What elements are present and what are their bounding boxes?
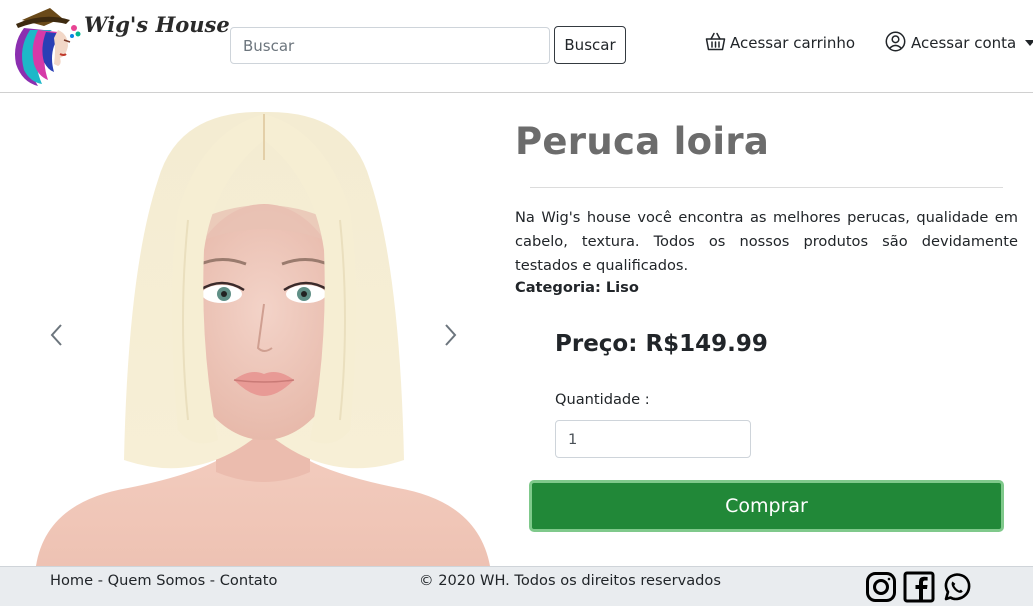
product-category: Categoria: Liso	[515, 279, 639, 296]
basket-icon	[705, 32, 726, 55]
logo-woman-silhouette-icon	[15, 8, 81, 86]
carousel-prev-button[interactable]	[42, 318, 70, 352]
footer-separator: -	[205, 572, 220, 589]
chevron-right-icon	[445, 324, 457, 346]
buy-button[interactable]: Comprar	[529, 480, 1004, 532]
carousel-next-button[interactable]	[437, 318, 465, 352]
product-image-carousel	[28, 100, 496, 566]
chevron-left-icon	[50, 324, 62, 346]
search-button[interactable]: Buscar	[554, 26, 626, 64]
account-dropdown[interactable]: Acessar conta	[885, 31, 1033, 56]
search-input[interactable]	[230, 27, 550, 64]
cart-label: Acessar carrinho	[730, 34, 856, 52]
site-footer: Home - Quem Somos - Contato © 2020 WH. T…	[0, 566, 1033, 606]
footer-link-about[interactable]: Quem Somos	[108, 572, 206, 589]
footer-nav: Home - Quem Somos - Contato	[50, 572, 277, 589]
facebook-icon[interactable]	[903, 571, 935, 603]
logo[interactable]: Wig's House	[8, 4, 230, 88]
instagram-icon[interactable]	[865, 571, 897, 603]
product-wig-photo	[28, 100, 496, 566]
product-title: Peruca loira	[515, 120, 770, 163]
quantity-input[interactable]	[555, 420, 751, 458]
logo-text: Wig's House	[84, 12, 230, 37]
quantity-label: Quantidade :	[555, 391, 650, 408]
account-label: Acessar conta	[911, 34, 1017, 52]
product-price: Preço: R$149.99	[555, 331, 768, 357]
user-circle-icon	[885, 31, 906, 56]
site-header: Wig's House Buscar Acessar carrinho Aces…	[0, 0, 1033, 93]
product-description: Na Wig's house você encontra as melhores…	[515, 209, 1018, 274]
footer-link-contact[interactable]: Contato	[220, 572, 278, 589]
cart-link[interactable]: Acessar carrinho	[705, 32, 855, 54]
chevron-down-icon	[1025, 40, 1033, 46]
whatsapp-icon[interactable]	[941, 571, 973, 603]
footer-separator: -	[93, 572, 108, 589]
copyright-text: © 2020 WH. Todos os direitos reservados	[419, 572, 721, 589]
divider	[530, 187, 1003, 188]
footer-link-home[interactable]: Home	[50, 572, 93, 589]
